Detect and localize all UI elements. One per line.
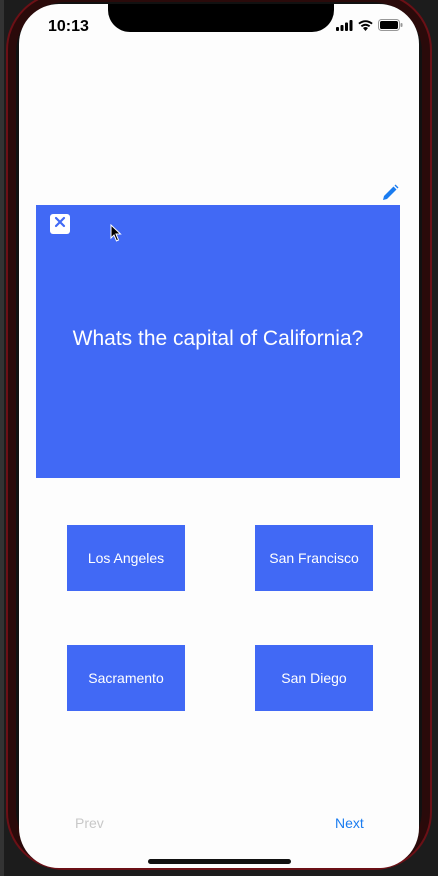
signal-icon — [336, 18, 353, 36]
close-icon — [54, 215, 66, 233]
battery-icon — [378, 18, 403, 36]
device-screen: 10:13 Whats the capital of California? L… — [19, 4, 419, 868]
answer-button-sacramento[interactable]: Sacramento — [67, 645, 185, 711]
wifi-icon — [358, 18, 373, 36]
question-card: Whats the capital of California? — [36, 205, 400, 478]
status-icons — [336, 18, 403, 36]
edit-button[interactable] — [381, 184, 399, 202]
next-button[interactable]: Next — [335, 815, 364, 831]
notch — [108, 4, 334, 32]
card-close-button[interactable] — [50, 214, 70, 234]
question-text: Whats the capital of California? — [72, 327, 364, 350]
simulator-frame: 10:13 Whats the capital of California? L… — [0, 0, 438, 876]
answer-button-los-angeles[interactable]: Los Angeles — [67, 525, 185, 591]
home-indicator[interactable] — [148, 859, 291, 864]
answer-button-san-francisco[interactable]: San Francisco — [255, 525, 373, 591]
prev-button[interactable]: Prev — [75, 815, 104, 831]
answer-button-san-diego[interactable]: San Diego — [255, 645, 373, 711]
status-time: 10:13 — [48, 18, 89, 35]
window-edge — [0, 0, 4, 876]
pencil-icon — [381, 184, 399, 206]
